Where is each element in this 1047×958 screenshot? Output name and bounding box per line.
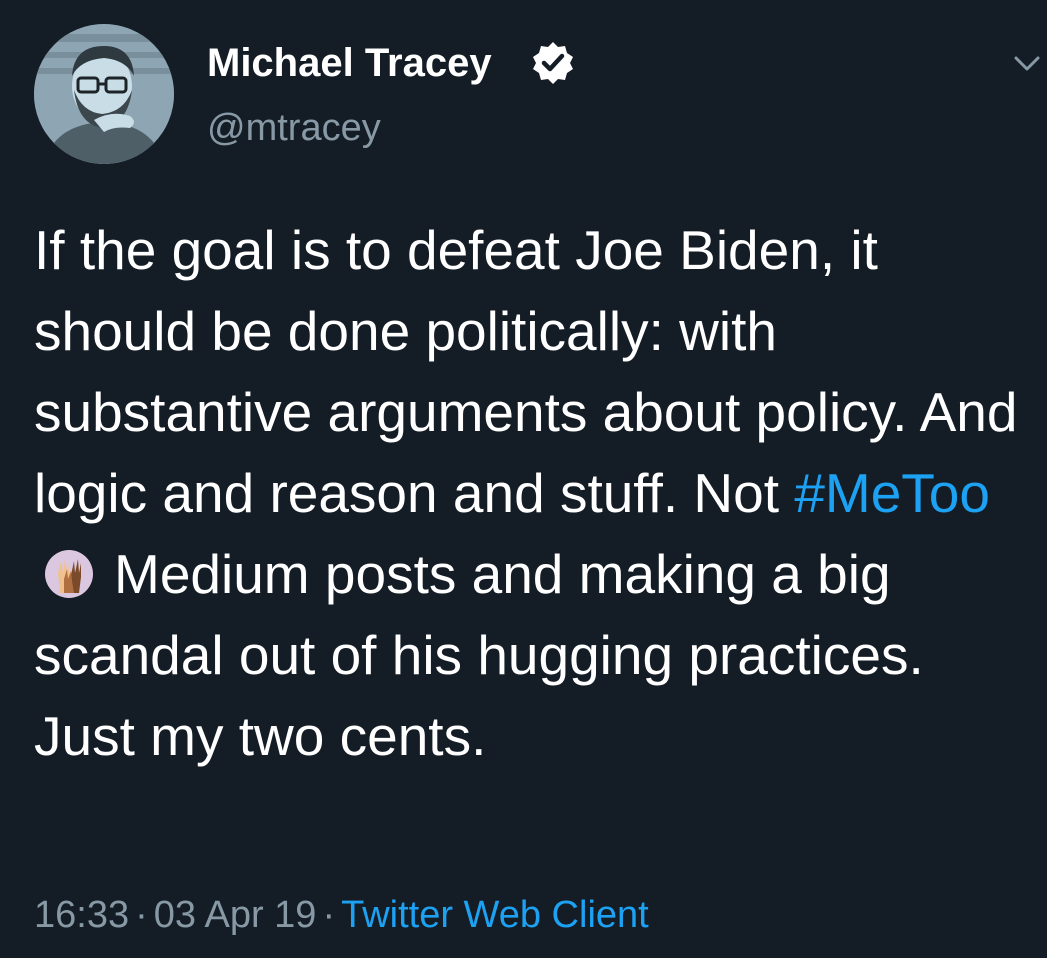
verified-badge-icon bbox=[533, 42, 573, 84]
hashtag-link[interactable]: #MeToo bbox=[794, 462, 990, 524]
tweet-metadata: 16:33 · 03 Apr 19 · Twitter Web Client bbox=[34, 890, 649, 940]
raised-hands-emoji bbox=[45, 550, 93, 598]
tweet-text-after: Medium posts and making a big scandal ou… bbox=[34, 543, 924, 767]
author-handle[interactable]: @mtracey bbox=[207, 106, 381, 150]
profile-avatar[interactable] bbox=[34, 24, 174, 164]
chevron-down-icon[interactable] bbox=[1010, 48, 1044, 78]
separator-dot: · bbox=[135, 894, 148, 936]
separator-dot: · bbox=[322, 894, 336, 936]
tweet-source-link[interactable]: Twitter Web Client bbox=[341, 894, 649, 936]
author-display-name[interactable]: Michael Tracey bbox=[207, 40, 492, 86]
tweet-body: If the goal is to defeat Joe Biden, it s… bbox=[34, 210, 1024, 777]
tweet-time: 16:33 bbox=[34, 894, 130, 936]
tweet-date[interactable]: 03 Apr 19 bbox=[154, 894, 317, 936]
tweet-card: Michael Tracey @mtracey If the goal is t… bbox=[0, 0, 1047, 958]
